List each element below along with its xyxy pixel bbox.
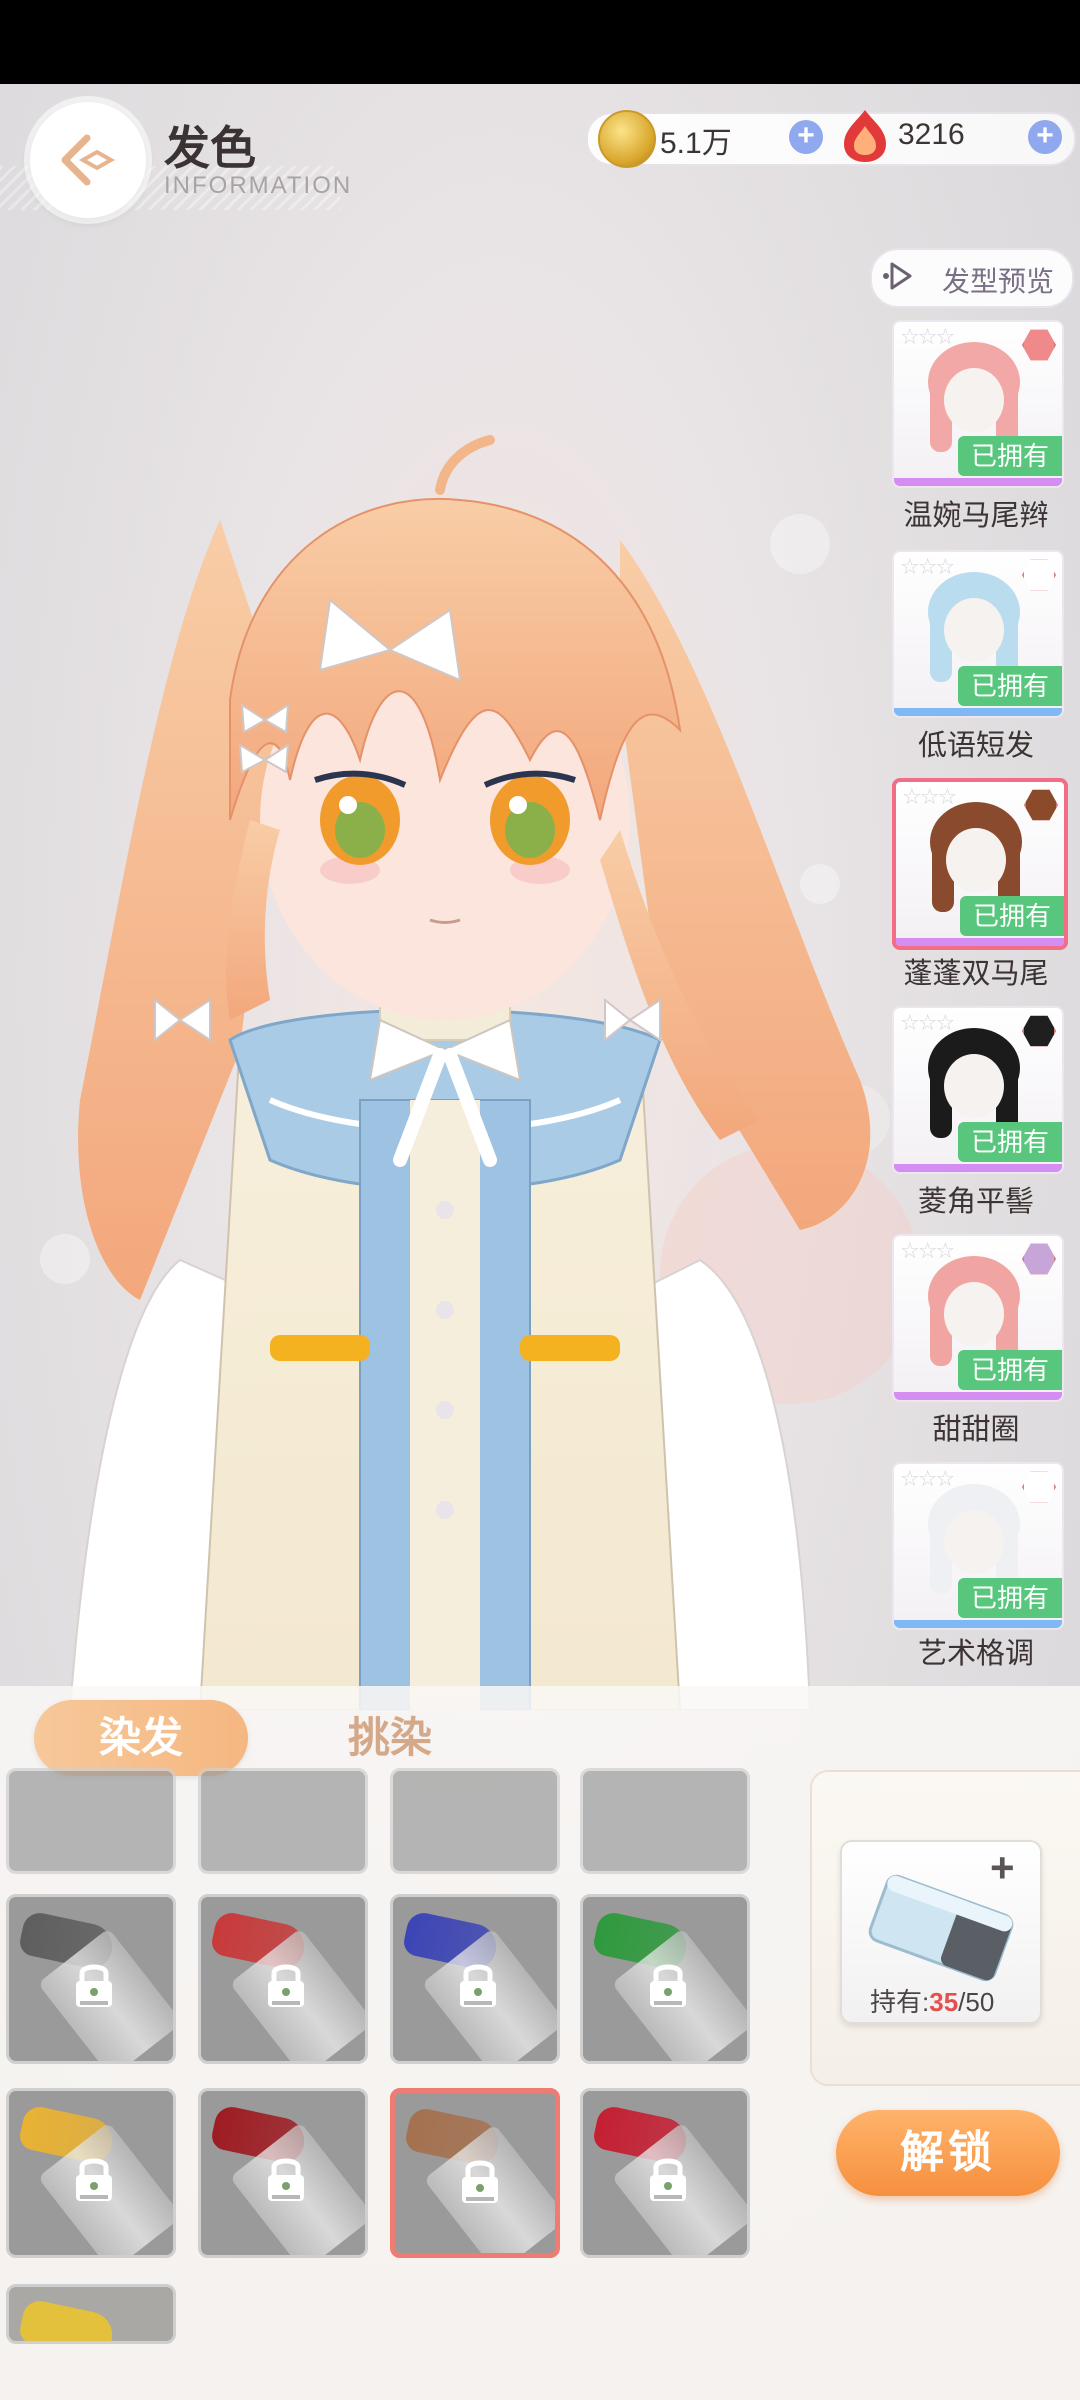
- preview-play-icon: [883, 262, 912, 290]
- add-coins-button[interactable]: +: [789, 120, 823, 154]
- unlock-button[interactable]: 解锁: [836, 2110, 1060, 2196]
- hairstyle-name: 温婉马尾辫: [903, 500, 1049, 532]
- hairstyle-name: 甜甜圈: [932, 1414, 1020, 1446]
- lock-icon: [460, 1964, 496, 2007]
- lock-icon: [650, 1964, 686, 2007]
- rarity-bar: [894, 708, 1062, 716]
- owned-badge: 已拥有: [958, 1122, 1062, 1162]
- hair-color-slot[interactable]: [580, 1894, 750, 2064]
- gem-amount: 3216: [898, 118, 965, 151]
- color-slot-partial[interactable]: [580, 1768, 750, 1874]
- tab-highlight[interactable]: 挑染: [300, 1700, 480, 1776]
- page-title: 发色: [164, 122, 256, 174]
- hair-color-slot[interactable]: [6, 2088, 176, 2258]
- owned-badge: 已拥有: [958, 666, 1062, 706]
- owned-badge: 已拥有: [958, 1350, 1062, 1390]
- hair-color-slot[interactable]: [390, 1894, 560, 2064]
- hair-color-slot[interactable]: [390, 2088, 560, 2258]
- rarity-bar: [894, 1620, 1062, 1628]
- back-button[interactable]: [30, 102, 146, 218]
- rarity-bar: [894, 1164, 1062, 1172]
- owned-badge: 已拥有: [958, 1578, 1062, 1618]
- hairstyle-name: 低语短发: [917, 730, 1034, 762]
- rarity-bar: [894, 478, 1062, 486]
- hairstyle-preview-label: 发型预览: [942, 266, 1055, 297]
- add-gems-button[interactable]: +: [1028, 120, 1062, 154]
- item-count-label: 持有:: [870, 1987, 930, 2017]
- hairstyle-name: 艺术格调: [917, 1638, 1034, 1670]
- item-count: 持有:35/50: [870, 1982, 994, 2019]
- color-slot-partial[interactable]: [6, 1768, 176, 1874]
- hairstyle-name: 蓬蓬双马尾: [903, 958, 1049, 990]
- owned-badge: 已拥有: [960, 896, 1064, 936]
- page-subtitle: INFORMATION: [164, 172, 353, 199]
- hairstyle-card[interactable]: ☆☆☆ 已拥有: [892, 320, 1064, 488]
- red-gem-icon: [844, 110, 886, 162]
- hair-color-slot[interactable]: [198, 1894, 368, 2064]
- color-slot-partial[interactable]: [390, 1768, 560, 1874]
- lock-icon: [650, 2158, 686, 2201]
- item-count-current: 35: [929, 1987, 959, 2017]
- status-bar: [0, 0, 1080, 84]
- tab-dye[interactable]: 染发: [34, 1700, 248, 1776]
- hairstyle-card[interactable]: ☆☆☆ 已拥有: [892, 778, 1068, 950]
- hairstyle-card[interactable]: ☆☆☆ 已拥有: [892, 1234, 1064, 1402]
- lock-icon: [76, 1964, 112, 2007]
- back-arrow-icon: [61, 134, 116, 186]
- hairstyle-card[interactable]: ☆☆☆ 已拥有: [892, 550, 1064, 718]
- lock-icon: [268, 2158, 304, 2201]
- owned-badge: 已拥有: [958, 436, 1062, 476]
- lock-icon: [462, 2160, 498, 2203]
- gold-coin-icon: [598, 110, 656, 168]
- lock-icon: [268, 1964, 304, 2007]
- rarity-bar: [896, 938, 1064, 946]
- rarity-bar: [894, 1392, 1062, 1400]
- color-slot-partial[interactable]: [198, 1768, 368, 1874]
- lock-icon: [76, 2158, 112, 2201]
- character-avatar[interactable]: [60, 400, 920, 1710]
- hair-color-slot[interactable]: [6, 1894, 176, 2064]
- hair-color-slot[interactable]: [198, 2088, 368, 2258]
- add-item-button[interactable]: +: [990, 1844, 1015, 1892]
- hairstyle-card[interactable]: ☆☆☆ 已拥有: [892, 1006, 1064, 1174]
- hairstyle-name: 菱角平髻: [917, 1186, 1034, 1218]
- hairstyle-card[interactable]: ☆☆☆ 已拥有: [892, 1462, 1064, 1630]
- item-count-total: /50: [958, 1987, 995, 2017]
- color-slot-partial[interactable]: [6, 2284, 176, 2344]
- hair-color-slot[interactable]: [580, 2088, 750, 2258]
- coin-amount: 5.1万: [660, 127, 732, 160]
